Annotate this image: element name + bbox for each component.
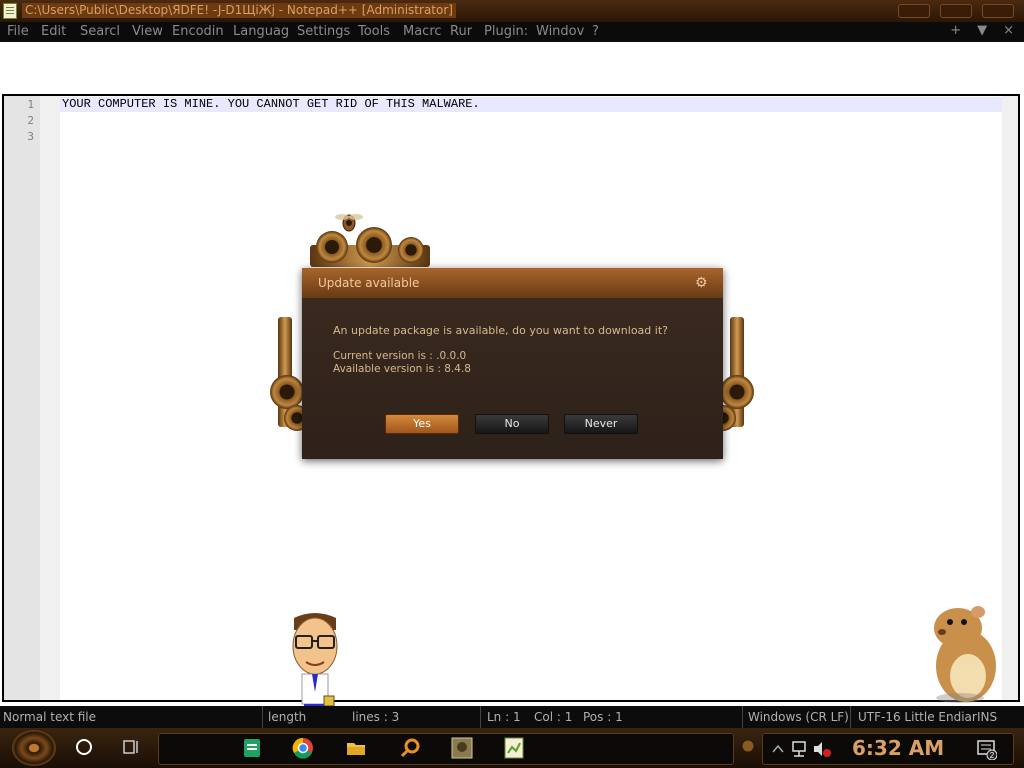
dialog-title: Update available bbox=[318, 276, 420, 290]
vertical-scrollbar[interactable] bbox=[1002, 96, 1018, 700]
notification-count: 2 bbox=[990, 751, 995, 760]
menu-file[interactable]: File bbox=[7, 24, 29, 39]
dialog-title-bar: Update available ⚙ bbox=[302, 268, 723, 298]
start-button[interactable] bbox=[12, 730, 56, 766]
line-number: 3 bbox=[27, 130, 34, 143]
window-controls bbox=[898, 4, 1014, 18]
line-position: Ln : 1 bbox=[487, 710, 521, 724]
notepadpp-app-icon bbox=[3, 3, 17, 19]
volume-muted-icon[interactable] bbox=[811, 738, 833, 760]
line-number: 1 bbox=[27, 98, 34, 111]
gear-icon[interactable]: ⚙ bbox=[695, 276, 709, 290]
menu-macro[interactable]: Macrc bbox=[403, 24, 442, 39]
menu-search[interactable]: Searcl bbox=[80, 24, 120, 39]
dragonfly-icon bbox=[334, 207, 364, 237]
char-position: Pos : 1 bbox=[583, 710, 623, 724]
title-bar: C:\Users\Public\Desktop\ЯDFE! -J-D1ЩiЖj … bbox=[0, 0, 1024, 22]
line-number-gutter bbox=[4, 96, 40, 700]
insert-mode-label[interactable]: INS bbox=[977, 710, 997, 724]
gear-tray-icon[interactable] bbox=[740, 738, 756, 754]
encoding-label[interactable]: UTF-16 Little Endiar bbox=[858, 710, 977, 724]
menu-language[interactable]: Languag bbox=[233, 24, 289, 39]
maximize-button[interactable] bbox=[940, 4, 972, 18]
task-view-icon[interactable] bbox=[120, 736, 142, 758]
no-button[interactable]: No bbox=[475, 414, 549, 434]
hamster-icon bbox=[920, 602, 1004, 704]
fold-margin bbox=[40, 96, 60, 700]
menu-view[interactable]: View bbox=[132, 24, 163, 39]
current-version-label: Current version is : .0.0.0 bbox=[333, 350, 467, 362]
network-icon[interactable] bbox=[789, 738, 811, 760]
line-number: 2 bbox=[27, 114, 34, 127]
menu-plugins[interactable]: Plugin: bbox=[484, 24, 528, 39]
folder-icon[interactable] bbox=[345, 737, 367, 759]
length-label: length bbox=[268, 710, 307, 724]
status-bar: Normal text file length lines : 3 Ln : 1… bbox=[0, 706, 1024, 728]
never-button[interactable]: Never bbox=[564, 414, 638, 434]
menu-help[interactable]: ? bbox=[592, 24, 599, 39]
new-tab-button[interactable]: + bbox=[950, 23, 961, 38]
sheets-icon[interactable] bbox=[241, 737, 263, 759]
chevron-up-icon[interactable] bbox=[767, 738, 789, 760]
clock[interactable]: 6:32 AM bbox=[852, 736, 944, 760]
menu-window[interactable]: Windov bbox=[536, 24, 584, 39]
game-icon[interactable] bbox=[451, 737, 473, 759]
lines-label: lines : 3 bbox=[352, 710, 400, 724]
toolbar-area bbox=[0, 42, 1024, 94]
chrome-icon[interactable] bbox=[292, 737, 314, 759]
menu-run[interactable]: Rur bbox=[450, 24, 472, 39]
menu-encoding[interactable]: Encodin bbox=[172, 24, 224, 39]
cortana-icon[interactable] bbox=[73, 736, 95, 758]
menu-edit[interactable]: Edit bbox=[41, 24, 66, 39]
dialog-message: An update package is available, do you w… bbox=[333, 324, 668, 337]
update-dialog: Update available ⚙ An update package is … bbox=[302, 268, 723, 459]
available-version-label: Available version is : 8.4.8 bbox=[333, 363, 471, 375]
close-button[interactable] bbox=[982, 4, 1014, 18]
window-title: C:\Users\Public\Desktop\ЯDFE! -J-D1ЩiЖj … bbox=[22, 3, 456, 18]
minimize-button[interactable] bbox=[898, 4, 930, 18]
notepadpp-icon[interactable] bbox=[503, 737, 525, 759]
text-line[interactable]: YOUR COMPUTER IS MINE. YOU CANNOT GET RI… bbox=[62, 97, 480, 111]
column-position: Col : 1 bbox=[534, 710, 573, 724]
taskbar-apps bbox=[158, 733, 734, 765]
notification-icon[interactable]: 2 bbox=[975, 738, 998, 761]
yes-button[interactable]: Yes bbox=[385, 414, 459, 434]
menu-settings[interactable]: Settings bbox=[297, 24, 350, 39]
menu-right-controls: + ▼ × bbox=[950, 23, 1014, 38]
search-app-icon[interactable] bbox=[399, 737, 421, 759]
menu-bar: File Edit Searcl View Encodin Languag Se… bbox=[0, 22, 1024, 42]
tab-list-button[interactable]: ▼ bbox=[977, 23, 987, 38]
file-type-label: Normal text file bbox=[3, 710, 97, 724]
eol-format[interactable]: Windows (CR LF) bbox=[748, 710, 849, 724]
menu-tools[interactable]: Tools bbox=[358, 24, 390, 39]
close-tab-button[interactable]: × bbox=[1003, 23, 1014, 38]
